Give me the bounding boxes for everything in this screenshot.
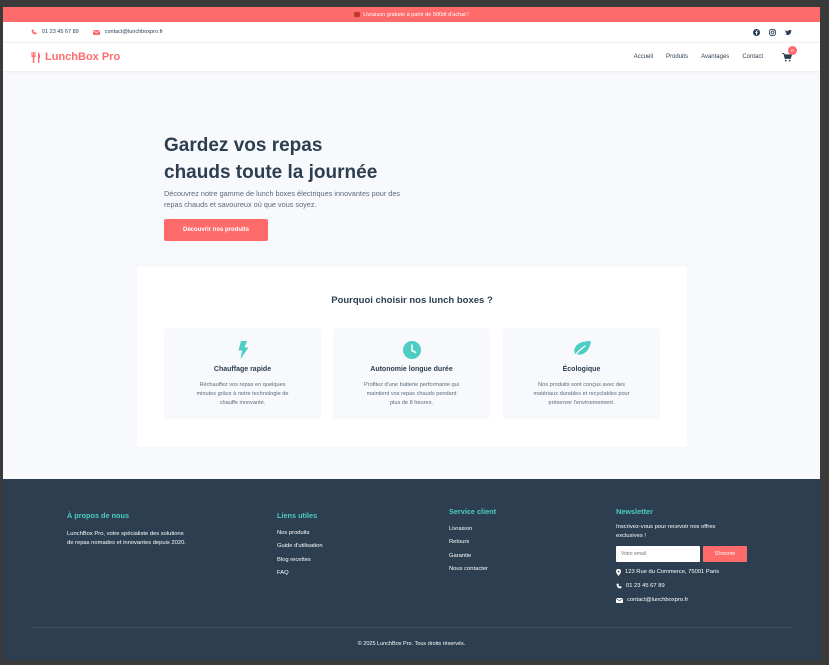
hero-section: Gardez vos repas chauds toute la journée… <box>164 132 414 210</box>
footer-link-faq[interactable]: FAQ <box>277 567 377 580</box>
facebook-icon[interactable] <box>753 28 760 36</box>
footer-about-title: À propos de nous <box>67 511 130 520</box>
feature-card-eco: Écologique Nos produits sont conçus avec… <box>503 328 660 419</box>
site-footer: À propos de nous LunchBox Pro, votre spé… <box>3 479 820 660</box>
promo-banner: Livraison gratuite à partir de 500dt d'a… <box>3 7 820 22</box>
instagram-icon[interactable] <box>769 28 776 36</box>
gift-icon <box>354 12 361 17</box>
footer-about: À propos de nous LunchBox Pro, votre spé… <box>67 511 187 548</box>
nav-link-contact[interactable]: Contact <box>742 54 763 60</box>
newsletter-subscribe-button[interactable]: S'inscrire <box>703 546 747 562</box>
newsletter-form: S'inscrire <box>616 546 756 562</box>
footer-newsletter: Newsletter Inscrivez-vous pour recevoir … <box>616 507 756 604</box>
footer-phone-text: 01 23 45 67 89 <box>626 583 665 589</box>
feature-card-heating: Chauffage rapide Réchauffez vos repas en… <box>164 328 321 419</box>
footer-newsletter-text: Inscrivez-vous pour recevoir nos offres … <box>616 524 716 539</box>
nav-link-produits[interactable]: Produits <box>666 54 688 60</box>
envelope-icon <box>92 29 100 35</box>
footer-service-title: Service client <box>449 507 497 516</box>
contact-bar: 01 23 45 67 89 contact@lunchboxpro.fr <box>3 22 820 43</box>
contact-phone-text: 01 23 45 67 89 <box>42 29 79 35</box>
footer-service: Service client Livraison Retours Garanti… <box>449 507 549 576</box>
footer-link-blog[interactable]: Blog recettes <box>277 554 377 567</box>
footer-link-products[interactable]: Nos produits <box>277 527 377 540</box>
footer-copyright: © 2025 LunchBox Pro. Tous droits réservé… <box>357 641 466 647</box>
page-frame: Livraison gratuite à partir de 500dt d'a… <box>3 7 820 660</box>
main-navbar: LunchBox Pro Accueil Produits Avantages … <box>3 43 820 71</box>
phone-icon <box>31 29 37 35</box>
nav-link-accueil[interactable]: Accueil <box>634 54 653 60</box>
hero-title-line1: Gardez vos repas <box>164 135 323 156</box>
footer-email: contact@lunchboxpro.fr <box>616 596 756 604</box>
features-section: Pourquoi choisir nos lunch boxes ? Chauf… <box>137 267 687 447</box>
social-links <box>753 28 792 36</box>
footer-service-returns[interactable]: Retours <box>449 536 549 549</box>
footer-address-text: 123 Rue du Commerce, 75001 Paris <box>625 569 720 575</box>
twitter-icon[interactable] <box>785 29 792 36</box>
discover-products-button[interactable]: Découvrir nos produits <box>164 219 268 241</box>
brand-name: LunchBox Pro <box>45 51 121 63</box>
hero-title-line2: chauds toute la journée <box>164 162 378 183</box>
feature-text: Réchauffez vos repas en quelques minutes… <box>196 382 289 406</box>
contact-email[interactable]: contact@lunchboxpro.fr <box>92 29 163 35</box>
nav-link-avantages[interactable]: Avantages <box>701 54 729 60</box>
footer-address: 123 Rue du Commerce, 75001 Paris <box>616 568 756 576</box>
feature-card-battery: Autonomie longue durée Profitez d'une ba… <box>333 328 490 419</box>
feature-title: Autonomie longue durée <box>370 366 453 373</box>
cart-button[interactable]: 0 <box>782 45 797 62</box>
newsletter-email-input[interactable] <box>616 546 700 562</box>
footer-service-warranty[interactable]: Garantie <box>449 550 549 563</box>
utensils-icon <box>31 51 41 63</box>
brand-logo[interactable]: LunchBox Pro <box>31 51 120 63</box>
contact-email-text: contact@lunchboxpro.fr <box>104 29 163 35</box>
footer-phone: 01 23 45 67 89 <box>616 582 756 590</box>
bolt-icon <box>238 341 248 359</box>
feature-title: Écologique <box>562 366 601 373</box>
footer-email-text: contact@lunchboxpro.fr <box>627 597 689 603</box>
features-heading: Pourquoi choisir nos lunch boxes ? <box>331 295 493 306</box>
feature-title: Chauffage rapide <box>213 366 272 373</box>
envelope-icon <box>616 597 623 603</box>
contact-phone[interactable]: 01 23 45 67 89 <box>31 29 79 35</box>
leaf-icon <box>571 341 591 359</box>
footer-newsletter-title: Newsletter <box>616 507 653 516</box>
cart-count-badge: 0 <box>788 45 797 55</box>
feature-text: Nos produits sont conçus avec des matéri… <box>533 382 630 406</box>
footer-about-text: LunchBox Pro, votre spécialiste des solu… <box>67 531 186 546</box>
nav-links: Accueil Produits Avantages Contact 0 <box>634 45 797 62</box>
footer-service-delivery[interactable]: Livraison <box>449 523 549 536</box>
footer-link-guide[interactable]: Guide d'utilisation <box>277 540 377 553</box>
footer-divider <box>31 627 792 628</box>
promo-text: Livraison gratuite à partir de 500dt d'a… <box>363 11 469 18</box>
hero-title: Gardez vos repas chauds toute la journée <box>164 132 414 186</box>
hero-subtitle: Découvrez notre gamme de lunch boxes éle… <box>164 189 401 209</box>
footer-links-title: Liens utiles <box>277 511 318 520</box>
clock-icon <box>402 341 421 359</box>
footer-links: Liens utiles Nos produits Guide d'utilis… <box>277 511 377 580</box>
map-marker-icon <box>616 568 621 576</box>
phone-icon <box>616 583 622 589</box>
footer-service-contact[interactable]: Nous contacter <box>449 563 549 576</box>
feature-text: Profitez d'une batterie performante qui … <box>364 382 459 406</box>
